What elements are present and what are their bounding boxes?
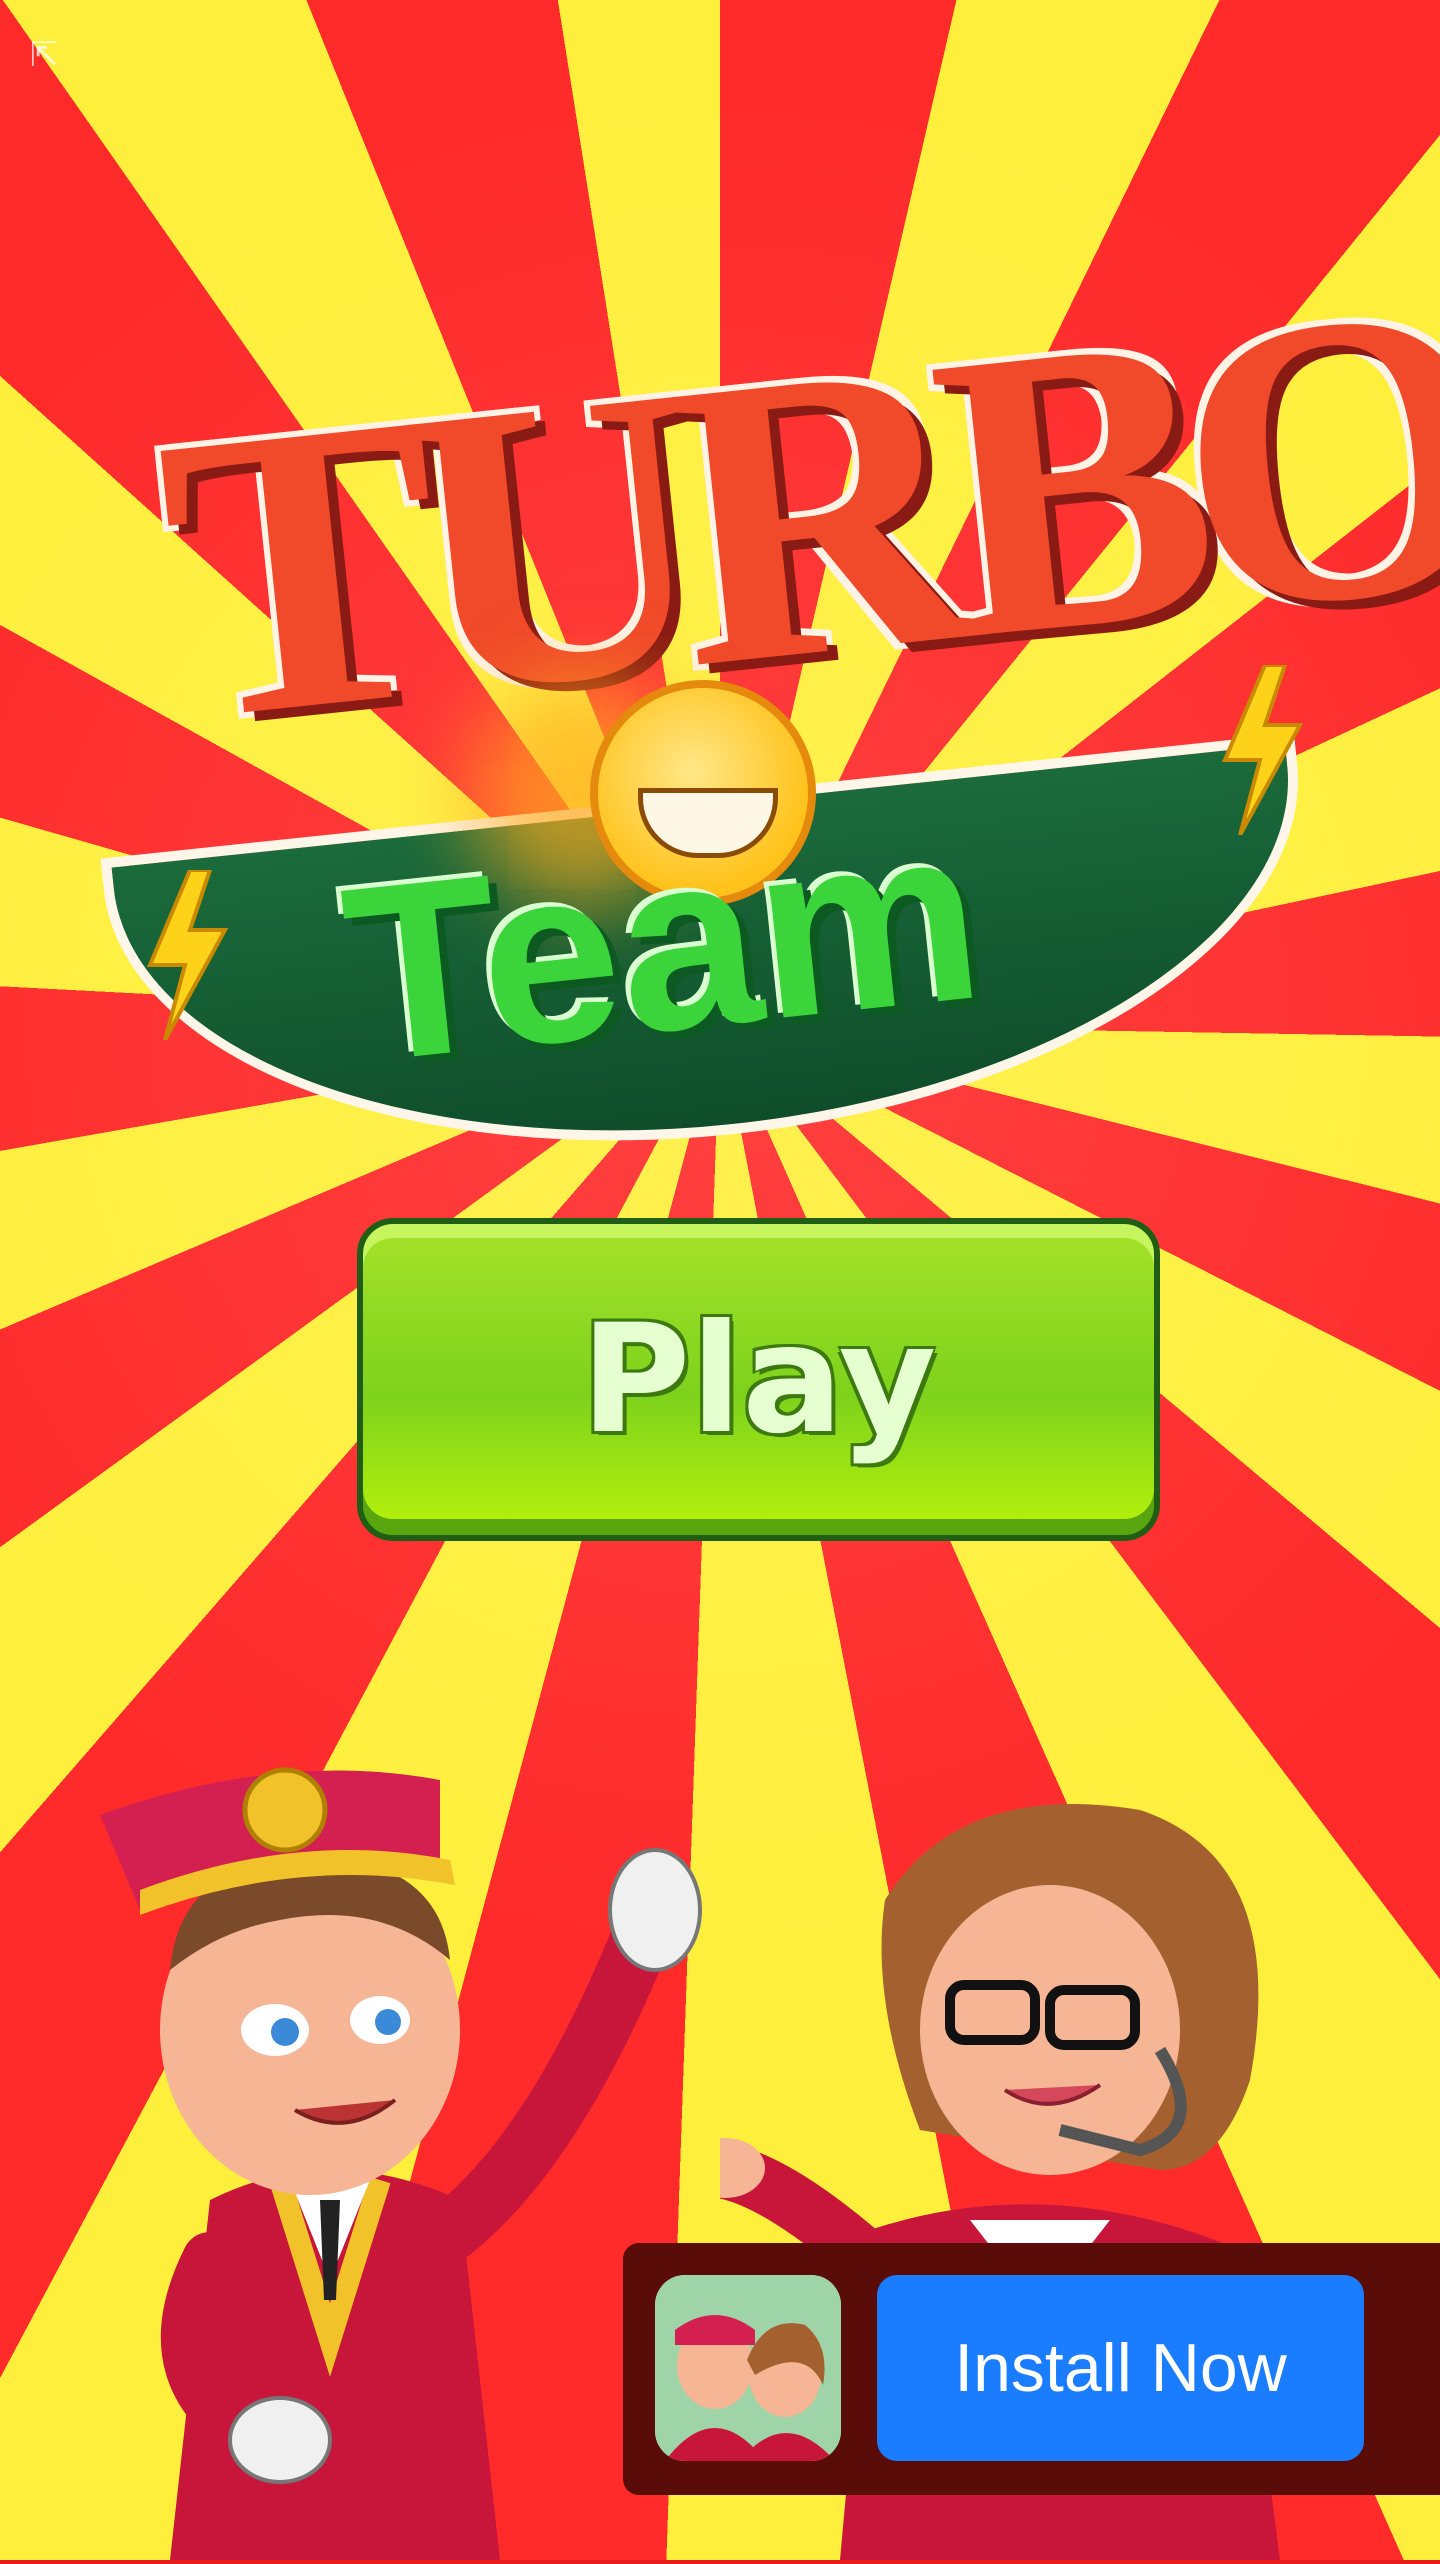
install-banner: Install Now [623, 2243, 1440, 2495]
game-logo: TURBO Team [95, 219, 1440, 1197]
app-icon[interactable] [655, 2275, 841, 2461]
lightning-icon [1215, 663, 1305, 836]
play-button[interactable]: Play [357, 1218, 1160, 1541]
exit-icon[interactable]: ⇱ [30, 35, 100, 75]
install-now-button[interactable]: Install Now [877, 2275, 1364, 2461]
lightning-icon [140, 868, 230, 1041]
logo-title-line2: Team [332, 771, 993, 1116]
play-button-label: Play [580, 1292, 937, 1467]
